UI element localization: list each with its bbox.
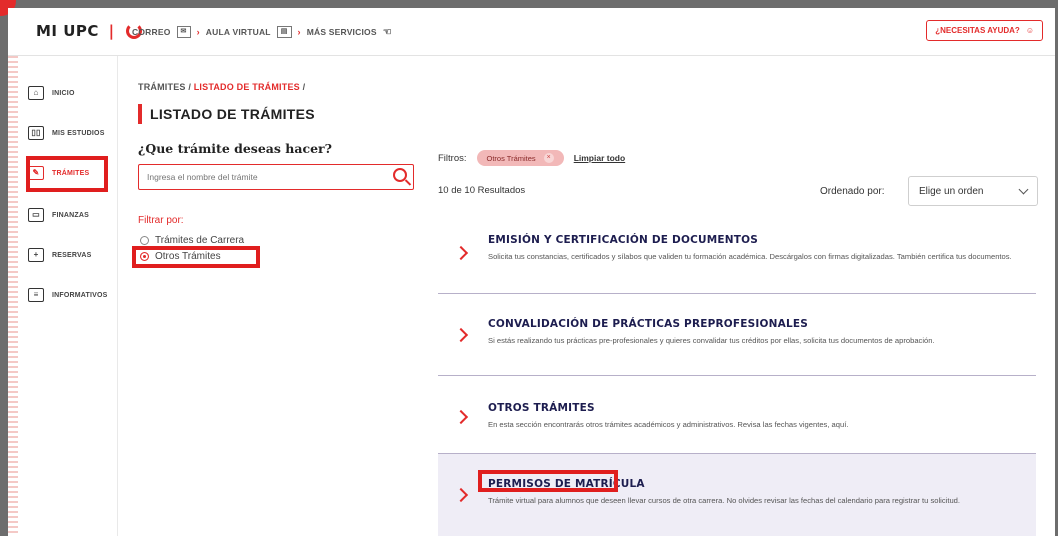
breadcrumb-separator: / (188, 82, 192, 92)
arrow-icon: › (297, 27, 301, 37)
breadcrumb: TRÁMITES / LISTADO DE TRÁMITES / (138, 82, 305, 92)
logo-text: MI UPC (36, 22, 99, 40)
close-icon[interactable]: × (543, 153, 554, 163)
chevron-right-icon (453, 409, 469, 425)
highlight-box-tramites (26, 156, 108, 192)
result-card[interactable]: CONVALIDACIÓN DE PRÁCTICAS PREPROFESIONA… (438, 294, 1036, 376)
radio-button[interactable] (140, 236, 149, 245)
window-frame-left (0, 0, 8, 536)
result-count: 10 de 10 Resultados (438, 185, 526, 196)
card-description: Si estás realizando tus prácticas pre-pr… (488, 336, 935, 345)
highlight-box-permisos (478, 470, 618, 492)
result-card[interactable]: OTROS TRÁMITES En esta sección encontrar… (438, 376, 1036, 454)
sidebar-item-label: RESERVAS (52, 251, 92, 259)
top-header: MI UPC | CORREO ✉ › AULA VIRTUAL ▤ › MÁS… (8, 8, 1055, 56)
chevron-right-icon (453, 245, 469, 261)
mail-icon[interactable]: ✉ (176, 26, 191, 38)
chevron-right-icon (453, 487, 469, 503)
sidebar-item-informativos[interactable]: ≡ INFORMATIVOS (28, 284, 108, 306)
nav-aula-virtual[interactable]: AULA VIRTUAL (206, 27, 271, 37)
chevron-down-icon (1018, 184, 1029, 195)
sidebar-item-label: INICIO (52, 89, 75, 97)
top-navigation: CORREO ✉ › AULA VIRTUAL ▤ › MÁS SERVICIO… (132, 26, 392, 38)
decorative-border (8, 56, 18, 536)
breadcrumb-trailing: / (302, 82, 306, 92)
arrow-icon: › (196, 27, 200, 37)
card-title[interactable]: EMISIÓN Y CERTIFICACIÓN DE DOCUMENTOS (488, 234, 758, 246)
book-icon: ▯▯ (28, 126, 44, 140)
filter-option-label: Trámites de Carrera (155, 235, 245, 246)
title-accent-bar (138, 104, 142, 124)
sidebar-item-finanzas[interactable]: ▭ FINANZAS (28, 204, 89, 226)
nav-correo[interactable]: CORREO (132, 27, 171, 37)
chevron-right-icon (453, 327, 469, 343)
home-icon: ⌂ (28, 86, 44, 100)
sidebar: ⌂ INICIO ▯▯ MIS ESTUDIOS ✎ TRÁMITES ▭ FI… (18, 56, 118, 536)
search-input[interactable] (139, 165, 379, 189)
order-label: Ordenado por: (820, 186, 885, 197)
breadcrumb-current: LISTADO DE TRÁMITES (193, 82, 300, 92)
order-select-value: Elige un orden (919, 186, 984, 197)
hand-icon[interactable]: ☜ (383, 27, 392, 38)
sidebar-item-label: MIS ESTUDIOS (52, 129, 105, 137)
card-title[interactable]: CONVALIDACIÓN DE PRÁCTICAS PREPROFESIONA… (488, 318, 808, 330)
card-title[interactable]: OTROS TRÁMITES (488, 402, 595, 414)
sidebar-item-reservas[interactable]: + RESERVAS (28, 244, 91, 266)
filters-label: Filtros: (438, 152, 467, 164)
sidebar-item-label: INFORMATIVOS (52, 291, 108, 299)
news-icon: ≡ (28, 288, 44, 302)
upc-logo[interactable]: MI UPC | (36, 22, 143, 40)
clear-all-link[interactable]: Limpiar todo (574, 153, 625, 163)
nav-mas-servicios[interactable]: MÁS SERVICIOS (307, 27, 377, 37)
page-title: LISTADO DE TRÁMITES (138, 104, 315, 124)
filter-tag[interactable]: Otros Trámites × (476, 150, 564, 166)
help-button[interactable]: ¿NECESITAS AYUDA? ☺ (926, 20, 1043, 41)
order-select[interactable]: Elige un orden (908, 176, 1038, 206)
result-card[interactable]: PERMISOS DE MATRÍCULA Trámite virtual pa… (438, 454, 1036, 536)
sidebar-item-label: FINANZAS (52, 211, 89, 219)
highlight-box-otros-tramites (132, 246, 260, 268)
search-question: ¿Que trámite deseas hacer? (138, 141, 332, 156)
result-card[interactable]: EMISIÓN Y CERTIFICACIÓN DE DOCUMENTOS So… (438, 220, 1036, 294)
card-icon: ▭ (28, 208, 44, 222)
breadcrumb-root[interactable]: TRÁMITES (138, 82, 186, 92)
filter-tag-label: Otros Trámites (486, 153, 536, 163)
page-title-text: LISTADO DE TRÁMITES (150, 106, 315, 122)
active-filters-bar: Filtros: Otros Trámites × Limpiar todo (438, 150, 625, 166)
filter-option-tramites-carrera[interactable]: Trámites de Carrera (140, 235, 244, 246)
card-description: Trámite virtual para alumnos que deseen … (488, 496, 961, 505)
help-label: ¿NECESITAS AYUDA? (935, 26, 1020, 35)
filter-label: Filtrar por: (138, 215, 184, 226)
search-icon[interactable] (393, 168, 407, 182)
search-field[interactable] (138, 164, 414, 190)
card-description: Solicita tus constancias, certificados y… (488, 252, 1012, 261)
card-description: En esta sección encontrarás otros trámit… (488, 420, 849, 429)
logo-separator: | (108, 22, 115, 40)
calendar-icon: + (28, 248, 44, 262)
blackboard-icon[interactable]: ▤ (276, 26, 292, 38)
sidebar-item-mis-estudios[interactable]: ▯▯ MIS ESTUDIOS (28, 122, 105, 144)
window-frame-top (0, 0, 1058, 8)
headset-icon: ☺ (1025, 26, 1034, 35)
sidebar-item-inicio[interactable]: ⌂ INICIO (28, 82, 75, 104)
